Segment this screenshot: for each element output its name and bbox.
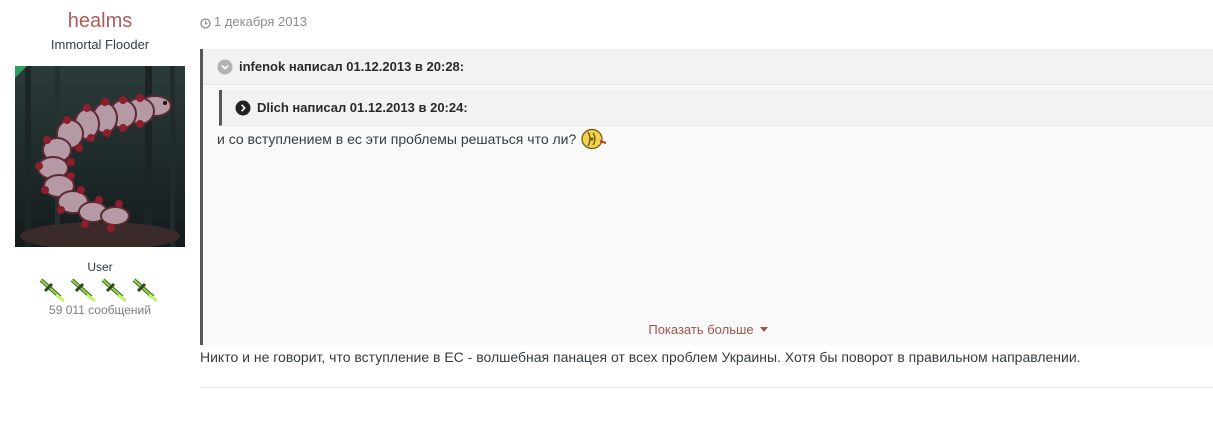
member-group: User bbox=[87, 260, 113, 274]
post-date-label: 1 декабря 2013 bbox=[214, 14, 307, 29]
sword-icon bbox=[131, 277, 160, 303]
quote-citation: infenok написал 01.12.2013 в 20:28: bbox=[203, 49, 1213, 85]
show-more-label: Показать больше bbox=[648, 322, 754, 337]
author-name[interactable]: healms bbox=[0, 9, 200, 33]
sword-icon bbox=[38, 277, 67, 303]
avatar[interactable] bbox=[15, 66, 185, 247]
caret-down-icon bbox=[759, 327, 768, 333]
post-body-text: Никто и не говорит, что вступление в ЕС … bbox=[200, 349, 1081, 365]
sword-icon bbox=[69, 277, 98, 303]
chevron-right-icon[interactable] bbox=[235, 100, 251, 116]
quote-citation-text: infenok написал 01.12.2013 в 20:28: bbox=[239, 59, 465, 74]
smiley-icon bbox=[580, 128, 608, 150]
clock-icon bbox=[200, 17, 211, 29]
post-count[interactable]: 59 011 сообщений bbox=[0, 303, 200, 317]
nested-quote-citation-text: Dlich написал 01.12.2013 в 20:24: bbox=[257, 100, 468, 115]
online-indicator bbox=[15, 66, 27, 78]
quote-block: infenok написал 01.12.2013 в 20:28: Dlic… bbox=[200, 49, 1213, 345]
show-more-button[interactable]: Показать больше bbox=[203, 322, 1213, 338]
divider bbox=[200, 387, 1213, 388]
author-title: Immortal Flooder bbox=[50, 37, 150, 52]
post-date[interactable]: 1 декабря 2013 bbox=[200, 14, 307, 30]
quote-body: и со вступлением в ес эти проблемы решат… bbox=[217, 128, 608, 150]
rank-icons bbox=[38, 277, 162, 303]
sword-icon bbox=[100, 277, 129, 303]
chevron-down-icon[interactable] bbox=[217, 59, 233, 75]
avatar-image bbox=[15, 66, 185, 247]
nested-quote-citation: Dlich написал 01.12.2013 в 20:24: bbox=[219, 90, 1213, 126]
quote-text: и со вступлением в ес эти проблемы решат… bbox=[217, 131, 577, 147]
